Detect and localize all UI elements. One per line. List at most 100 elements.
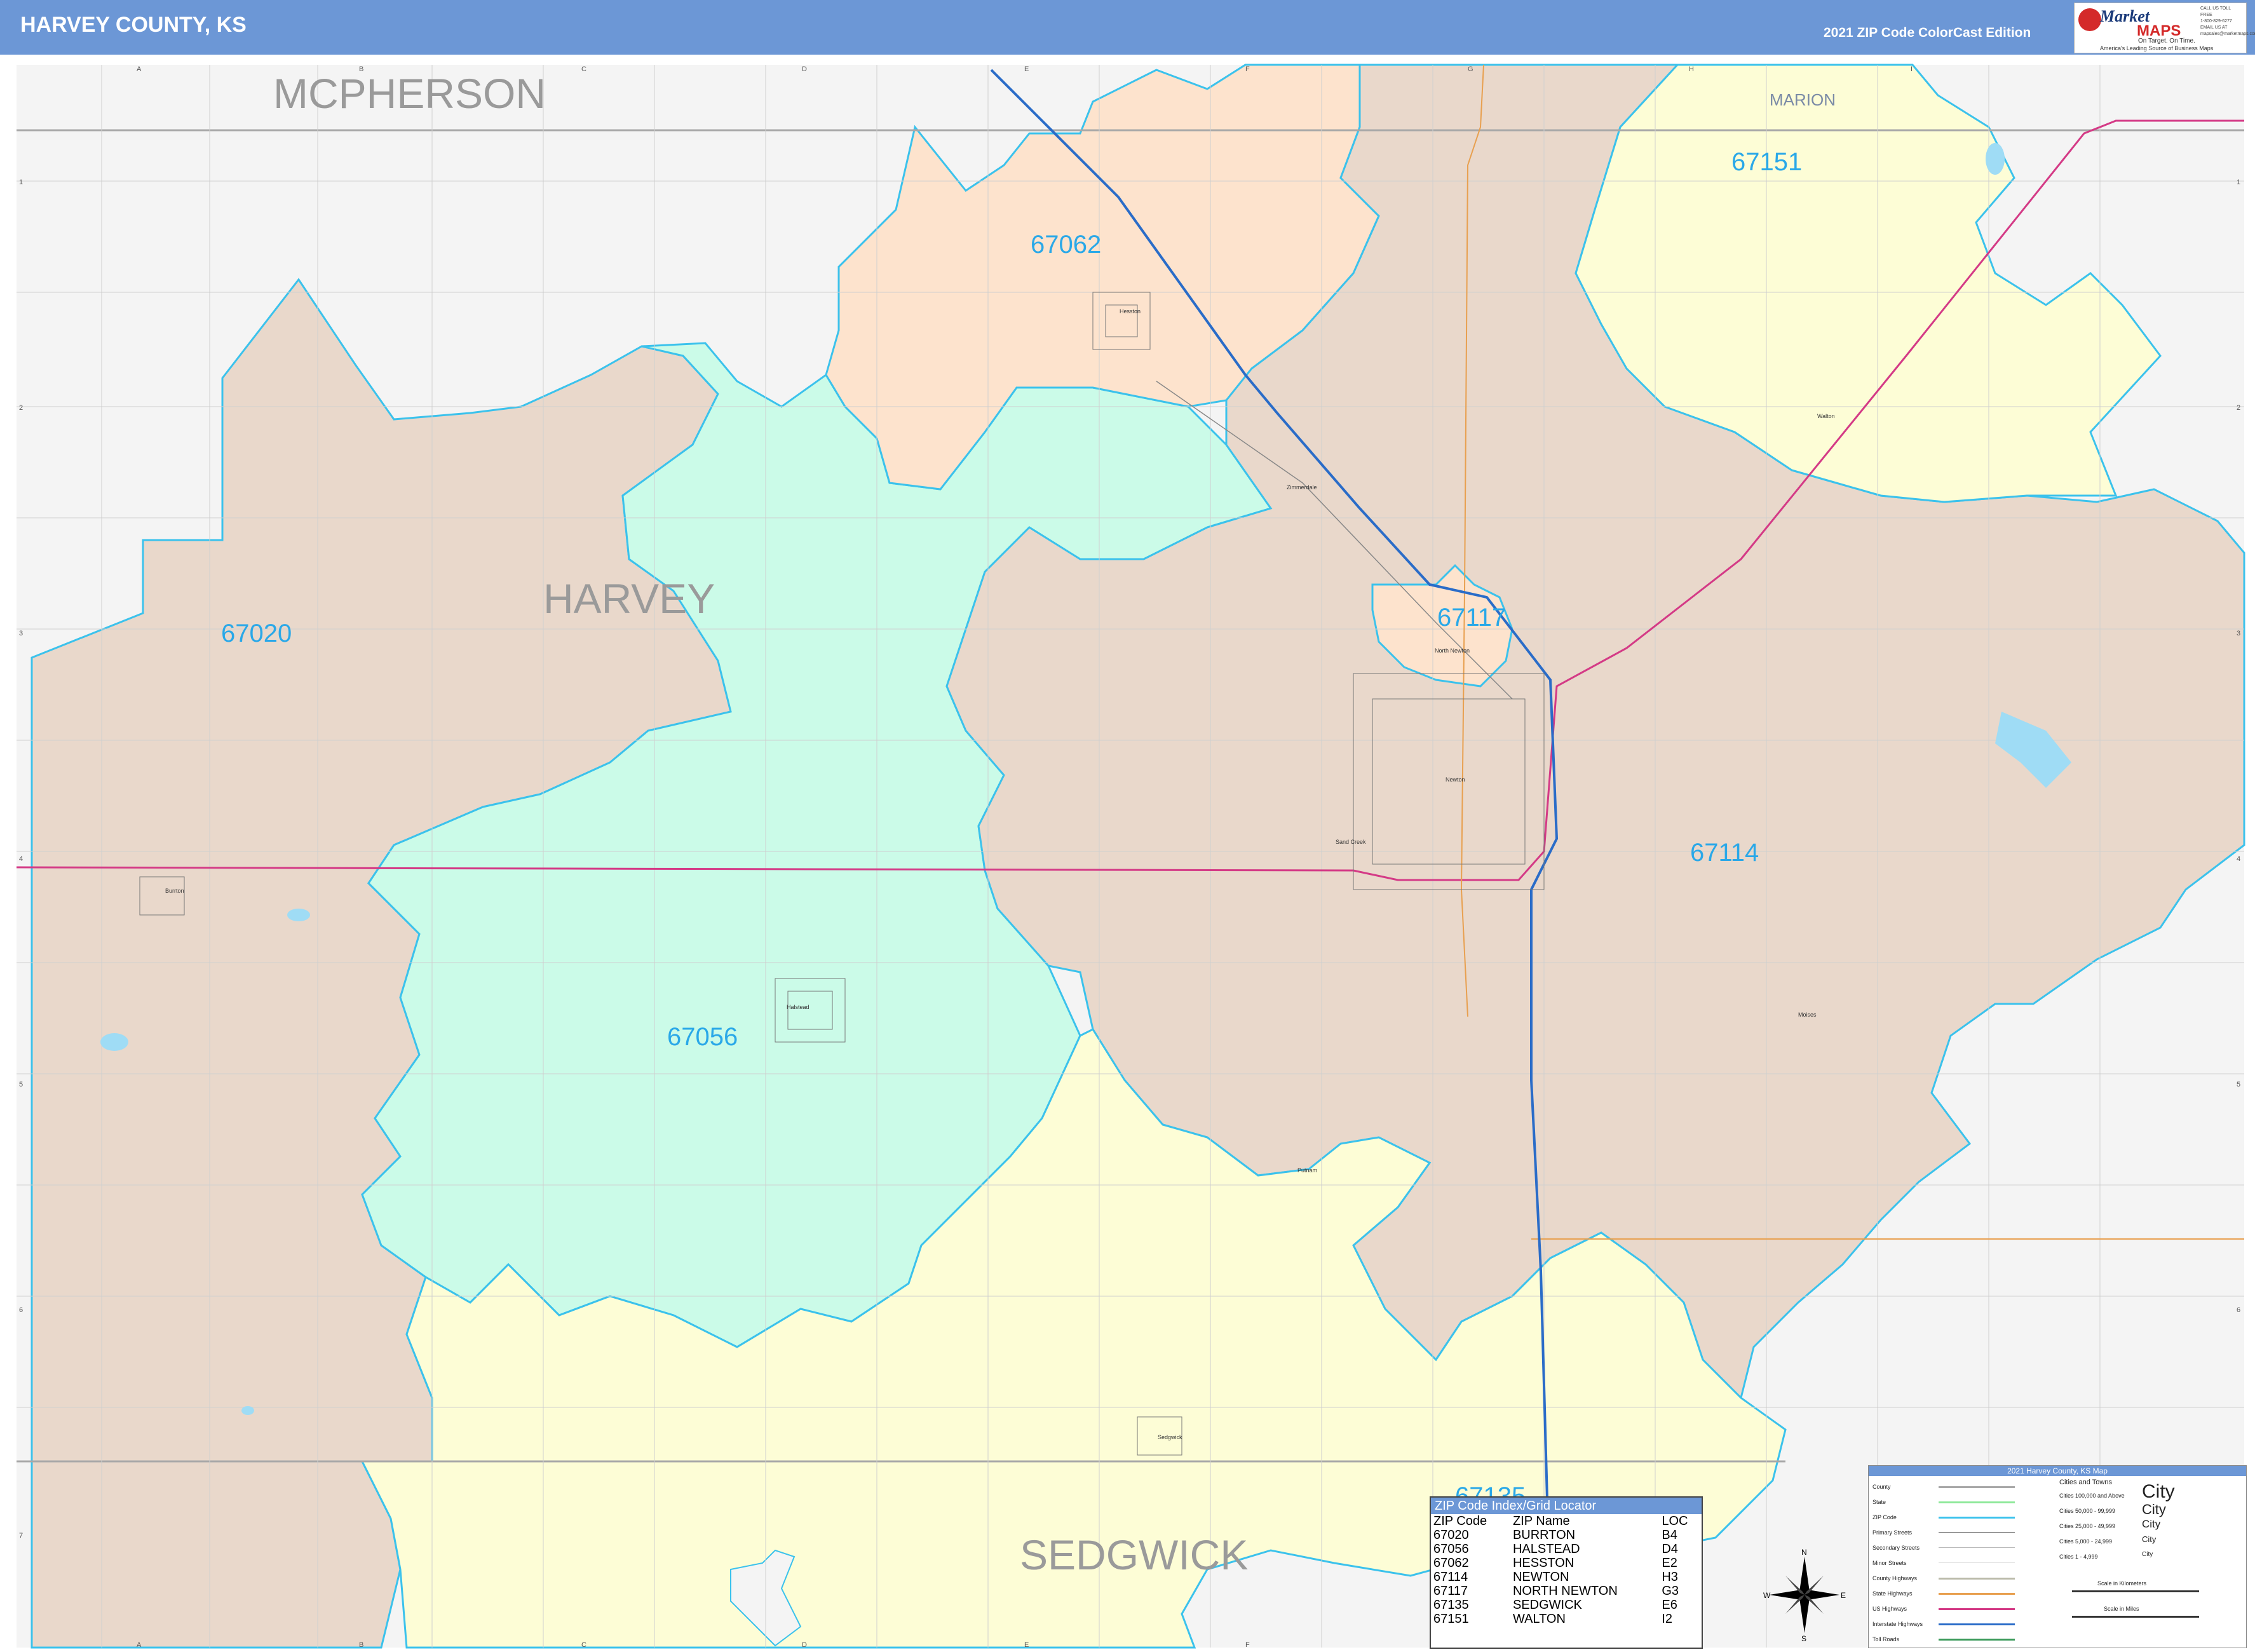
svg-text:6: 6 — [2237, 1306, 2240, 1314]
city-label-hesston: Hesston — [1120, 308, 1141, 315]
zip-cell: 67135 — [1433, 1598, 1469, 1612]
legend-item: County — [1872, 1484, 1891, 1490]
legend-city-tier: Cities 1 - 4,999 — [2059, 1554, 2098, 1560]
zip-index-table: ZIP Code ZIP Name LOC 67020 BURRTON B4 6… — [1431, 1514, 1702, 1626]
loc-cell: H3 — [1662, 1570, 1678, 1584]
svg-text:1: 1 — [19, 179, 23, 186]
legend-item: State — [1872, 1499, 1886, 1505]
legend-item: Interstate Highways — [1872, 1621, 1923, 1627]
svg-text:1: 1 — [2237, 179, 2240, 186]
county-label-harvey: HARVEY — [543, 575, 715, 622]
legend-city-sample: City — [2142, 1534, 2157, 1544]
svg-text:2: 2 — [19, 404, 23, 412]
svg-text:3: 3 — [2237, 630, 2240, 637]
city-label-burrton: Burrton — [165, 888, 184, 894]
map-legend: 2021 Harvey County, KS Map County State … — [1868, 1465, 2247, 1648]
table-header-row: ZIP Code ZIP Name LOC — [1431, 1514, 1702, 1528]
svg-text:4: 4 — [19, 855, 23, 863]
zip-cell: 67117 — [1433, 1584, 1468, 1598]
legend-swatch — [1939, 1578, 2015, 1580]
legend-city-tier: Cities 5,000 - 24,999 — [2059, 1538, 2113, 1545]
city-label-walton: Walton — [1817, 413, 1835, 419]
loc-cell: E2 — [1662, 1556, 1677, 1570]
svg-text:A: A — [137, 65, 142, 73]
legend-item: ZIP Code — [1872, 1514, 1897, 1520]
svg-text:6: 6 — [19, 1306, 23, 1314]
zip-label-67151: 67151 — [1731, 148, 1802, 176]
zip-label-67062: 67062 — [1031, 231, 1101, 259]
name-cell: WALTON — [1512, 1612, 1566, 1626]
scale-bar-mi — [2072, 1616, 2199, 1618]
zip-index-box: ZIP Code Index/Grid Locator ZIP Code ZIP… — [1430, 1496, 1703, 1649]
zip-cell: 67062 — [1433, 1556, 1469, 1570]
svg-text:2: 2 — [2237, 404, 2240, 412]
loc-cell: B4 — [1662, 1528, 1677, 1542]
legend-swatch — [1939, 1623, 2015, 1625]
name-cell: SEDGWICK — [1512, 1598, 1582, 1612]
legend-item: US Highways — [1872, 1606, 1907, 1612]
loc-cell: E6 — [1662, 1598, 1677, 1612]
svg-text:H: H — [1689, 65, 1694, 73]
legend-city-tier: Cities 50,000 - 99,999 — [2059, 1508, 2116, 1514]
compass-n: N — [1801, 1548, 1807, 1557]
zip-cell: 67020 — [1433, 1528, 1469, 1542]
compass-s: S — [1801, 1634, 1806, 1642]
zip-label-67020: 67020 — [221, 620, 292, 647]
legend-swatch — [1939, 1608, 2015, 1610]
legend-swatch — [1939, 1547, 2015, 1548]
legend-swatch — [1939, 1532, 2015, 1533]
name-cell: HESSTON — [1512, 1556, 1574, 1570]
city-label-sedgwick: Sedgwick — [1158, 1434, 1182, 1440]
svg-text:I: I — [1911, 65, 1913, 73]
zip-label-67056: 67056 — [667, 1023, 738, 1051]
name-cell: NORTH NEWTON — [1512, 1584, 1618, 1598]
table-row: 67062 HESSTON E2 — [1431, 1556, 1702, 1570]
svg-text:D: D — [802, 65, 807, 73]
table-row: 67056 HALSTEAD D4 — [1431, 1542, 1702, 1556]
legend-item: Secondary Streets — [1872, 1545, 1920, 1551]
table-row: 67151 WALTON I2 — [1431, 1612, 1702, 1626]
svg-text:F: F — [1245, 65, 1250, 73]
legend-item: Minor Streets — [1872, 1560, 1907, 1566]
table-row: 67020 BURRTON B4 — [1431, 1528, 1702, 1542]
svg-text:5: 5 — [19, 1081, 23, 1088]
svg-text:C: C — [581, 1641, 586, 1649]
table-row: 67114 NEWTON H3 — [1431, 1570, 1702, 1584]
name-cell: NEWTON — [1512, 1570, 1569, 1584]
compass-rose-icon: N S W E — [1763, 1548, 1846, 1642]
legend-item: State Highways — [1872, 1590, 1913, 1597]
city-label-newton: Newton — [1446, 776, 1465, 783]
name-cell: BURRTON — [1512, 1528, 1576, 1542]
svg-text:3: 3 — [19, 630, 23, 637]
zip-code-map[interactable]: A B C D E F G H I A B C D E F G H I 1 2 … — [0, 0, 2255, 1652]
loc-cell: G3 — [1662, 1584, 1679, 1598]
legend-item: County Highways — [1872, 1575, 1918, 1581]
legend-city-tier: Cities 100,000 and Above — [2059, 1493, 2125, 1499]
column-header: LOC — [1662, 1514, 1688, 1528]
scale-bar-km — [2072, 1590, 2199, 1592]
zip-label-67114: 67114 — [1690, 839, 1759, 867]
city-label-moises: Moises — [1798, 1012, 1817, 1018]
legend-scale-km: Scale in Kilometers — [2097, 1580, 2147, 1587]
svg-text:D: D — [802, 1641, 807, 1649]
zip-cell: 67114 — [1433, 1570, 1468, 1584]
city-label-putnam: Putnam — [1297, 1167, 1317, 1174]
city-label-zimmerdale: Zimmerdale — [1287, 484, 1317, 491]
legend-scale-mi: Scale in Miles — [2104, 1606, 2139, 1612]
svg-text:E: E — [1024, 65, 1029, 73]
svg-text:F: F — [1245, 1641, 1250, 1649]
legend-city-sample: City — [2142, 1481, 2175, 1502]
legend-item: Primary Streets — [1872, 1529, 1913, 1536]
legend-item: Toll Roads — [1872, 1636, 1900, 1642]
svg-text:5: 5 — [2237, 1081, 2240, 1088]
county-label-mcpherson: MCPHERSON — [273, 70, 546, 117]
loc-cell: I2 — [1662, 1612, 1673, 1626]
legend-cities-title: Cities and Towns — [2059, 1479, 2112, 1486]
county-label-marion: MARION — [1770, 90, 1836, 109]
zip-index-title: ZIP Code Index/Grid Locator — [1431, 1498, 1702, 1514]
legend-swatch — [1939, 1639, 2015, 1641]
county-label-sedgwick: SEDGWICK — [1020, 1531, 1248, 1578]
city-label-sand-creek: Sand Creek — [1336, 839, 1366, 845]
legend-swatch — [1939, 1517, 2015, 1519]
svg-text:C: C — [581, 65, 586, 73]
